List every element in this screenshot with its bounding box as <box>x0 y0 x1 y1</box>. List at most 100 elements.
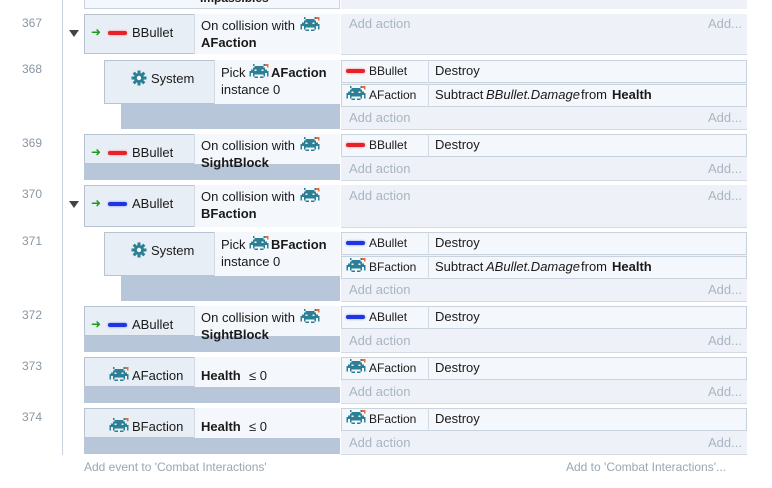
action-object-name[interactable]: BFaction <box>369 259 416 275</box>
condition-suffix[interactable]: instance 0 <box>221 82 280 98</box>
event-number: 374 <box>21 410 42 424</box>
add-action-link[interactable]: Add action <box>349 16 410 32</box>
row-separator <box>341 180 747 181</box>
add-event-link[interactable]: Add event to 'Combat Interactions' <box>84 460 267 474</box>
trigger-arrow-icon: ➜ <box>91 317 102 331</box>
add-action-link[interactable]: Add action <box>349 333 410 349</box>
condition-target[interactable]: SightBlock <box>201 327 269 343</box>
add-to-group-link[interactable]: Add to 'Combat Interactions'... <box>566 460 726 474</box>
event-object-name[interactable]: BBullet <box>132 145 173 161</box>
row-separator <box>341 352 747 353</box>
condition-target[interactable]: AFaction <box>201 35 257 51</box>
partial-actions-area <box>341 0 747 9</box>
faction-icon <box>346 359 366 373</box>
event-number: 367 <box>21 16 42 30</box>
event-number: 368 <box>21 62 42 76</box>
condition-target[interactable]: AFaction <box>271 65 327 81</box>
action-text[interactable]: Subtract <box>435 259 483 275</box>
action-object-name[interactable]: ABullet <box>369 235 407 251</box>
event-object-name[interactable]: ABullet <box>132 317 173 333</box>
add-action-short[interactable]: Add... <box>708 282 742 298</box>
row-separator <box>341 129 747 130</box>
add-action-link[interactable]: Add action <box>349 188 410 204</box>
add-action-short[interactable]: Add... <box>708 333 742 349</box>
action-text[interactable]: Destroy <box>435 309 480 325</box>
row-separator <box>341 54 747 55</box>
event-object-name[interactable]: BFaction <box>132 419 183 435</box>
add-action-link[interactable]: Add action <box>349 384 410 400</box>
event-object-name[interactable]: ABullet <box>132 196 173 212</box>
action-expression[interactable]: BBullet.Damage <box>486 87 580 103</box>
condition-variable[interactable]: Health <box>201 368 241 384</box>
faction-icon <box>109 367 129 381</box>
action-text[interactable]: Destroy <box>435 235 480 251</box>
target-object-icon <box>300 137 320 151</box>
red-bullet-icon <box>346 69 365 73</box>
condition-text[interactable]: On collision with <box>201 18 295 34</box>
condition-text[interactable]: Pick <box>221 237 246 253</box>
event-body-shade <box>84 438 340 454</box>
condition-target[interactable]: BFaction <box>201 206 257 222</box>
condition-text[interactable]: Pick <box>221 65 246 81</box>
faction-icon <box>346 86 366 100</box>
event-object-name[interactable]: AFaction <box>132 368 183 384</box>
action-text[interactable]: Destroy <box>435 137 480 153</box>
condition-text[interactable]: On collision with <box>201 310 295 326</box>
add-action-short[interactable]: Add... <box>708 384 742 400</box>
event-number: 370 <box>21 187 42 201</box>
action-object-name[interactable]: ABullet <box>369 309 407 325</box>
action-object-name[interactable]: BBullet <box>369 137 407 153</box>
condition-variable[interactable]: Health <box>201 419 241 435</box>
add-action-short[interactable]: Add... <box>708 435 742 451</box>
blue-bullet-icon <box>108 202 127 206</box>
collapse-toggle-icon[interactable] <box>69 30 79 37</box>
event-object-name[interactable]: System <box>151 243 194 259</box>
blue-bullet-icon <box>108 323 127 327</box>
row-separator <box>341 301 747 302</box>
action-divider <box>428 357 429 380</box>
action-divider <box>428 232 429 255</box>
action-divider <box>428 60 429 83</box>
add-action-short[interactable]: Add... <box>708 16 742 32</box>
collapse-toggle-icon[interactable] <box>69 201 79 208</box>
action-variable[interactable]: Health <box>612 87 652 103</box>
action-text[interactable]: Destroy <box>435 63 480 79</box>
action-object-name[interactable]: AFaction <box>369 360 416 376</box>
action-text[interactable]: Destroy <box>435 360 480 376</box>
condition-suffix[interactable]: instance 0 <box>221 254 280 270</box>
add-action-short[interactable]: Add... <box>708 161 742 177</box>
event-number: 373 <box>21 359 42 373</box>
add-action-short[interactable]: Add... <box>708 188 742 204</box>
action-divider <box>428 134 429 157</box>
action-text-mid[interactable]: from <box>581 259 607 275</box>
add-action-link[interactable]: Add action <box>349 110 410 126</box>
condition-target[interactable]: BFaction <box>271 237 327 253</box>
action-object-name[interactable]: BBullet <box>369 63 407 79</box>
condition-text[interactable]: On collision with <box>201 138 295 154</box>
action-object-name[interactable]: BFaction <box>369 411 416 427</box>
row-separator <box>341 403 747 404</box>
add-action-short[interactable]: Add... <box>708 110 742 126</box>
add-action-link[interactable]: Add action <box>349 435 410 451</box>
trigger-arrow-icon: ➜ <box>91 145 102 159</box>
action-expression[interactable]: ABullet.Damage <box>486 259 580 275</box>
action-divider <box>428 306 429 329</box>
event-object-name[interactable]: System <box>151 71 194 87</box>
action-object-name[interactable]: AFaction <box>369 87 416 103</box>
target-object-icon <box>249 236 269 250</box>
add-action-link[interactable]: Add action <box>349 161 410 177</box>
action-text-mid[interactable]: from <box>581 87 607 103</box>
action-text[interactable]: Destroy <box>435 411 480 427</box>
action-text[interactable]: Subtract <box>435 87 483 103</box>
event-body-shade <box>121 104 340 129</box>
add-action-link[interactable]: Add action <box>349 282 410 298</box>
condition-compare[interactable]: ≤ 0 <box>249 368 267 384</box>
condition-target[interactable]: SightBlock <box>201 155 269 171</box>
condition-compare[interactable]: ≤ 0 <box>249 419 267 435</box>
trigger-arrow-icon: ➜ <box>91 25 102 39</box>
condition-text[interactable]: On collision with <box>201 189 295 205</box>
red-bullet-icon <box>346 143 365 147</box>
action-variable[interactable]: Health <box>612 259 652 275</box>
event-object-name[interactable]: BBullet <box>132 25 173 41</box>
row-separator <box>341 227 747 228</box>
